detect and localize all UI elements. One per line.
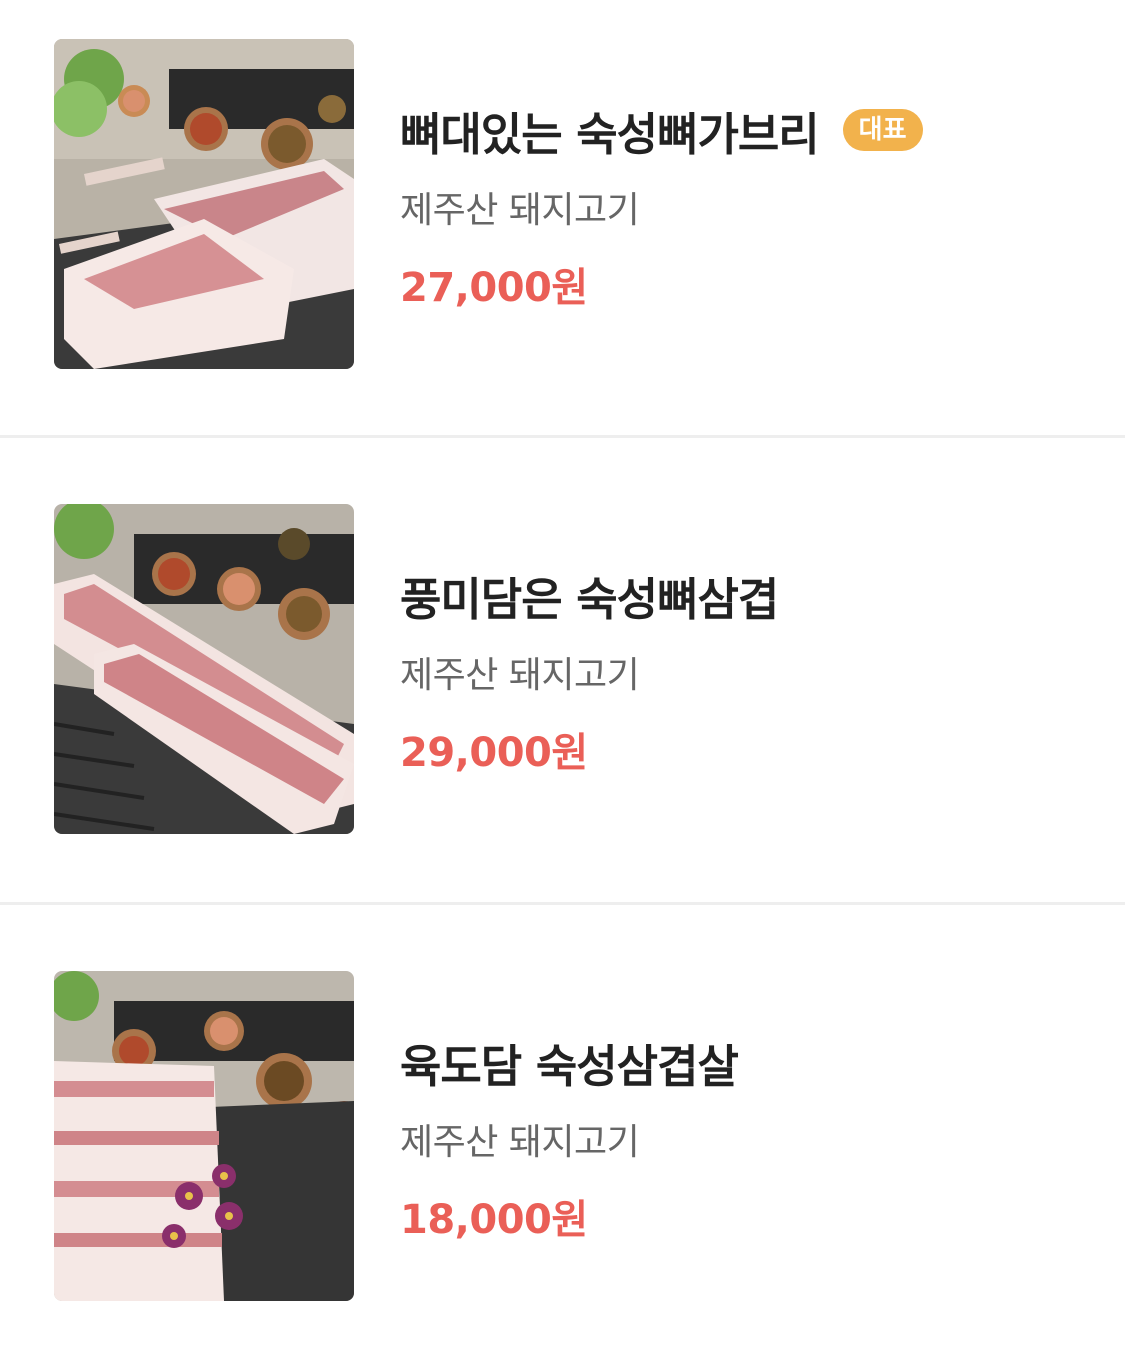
menu-item[interactable]: 풍미담은 숙성뼈삼겹 제주산 돼지고기 29,000원 (0, 438, 1125, 902)
signature-badge: 대표 (842, 109, 923, 151)
menu-item-description: 제주산 돼지고기 (400, 655, 640, 696)
menu-item-price: 29,000원 (400, 730, 588, 776)
menu-item-title: 풍미담은 숙성뼈삼겹 (400, 572, 779, 626)
menu-item-info: 뼈대있는 숙성뼈가브리 대표 제주산 돼지고기 27,000원 (400, 99, 923, 313)
menu-item-description: 제주산 돼지고기 (400, 1122, 640, 1163)
menu-item[interactable]: 육도담 숙성삼겹살 제주산 돼지고기 18,000원 (0, 905, 1125, 1369)
menu-list: 뼈대있는 숙성뼈가브리 대표 제주산 돼지고기 27,000원 풍미담은 숙성뼈… (0, 0, 1125, 1369)
menu-item-photo[interactable] (54, 971, 354, 1301)
menu-item-title: 육도담 숙성삼겹살 (400, 1039, 739, 1093)
menu-item-info: 육도담 숙성삼겹살 제주산 돼지고기 18,000원 (400, 1031, 739, 1245)
menu-item[interactable]: 뼈대있는 숙성뼈가브리 대표 제주산 돼지고기 27,000원 (0, 0, 1125, 435)
menu-item-price: 27,000원 (400, 265, 588, 311)
menu-item-price: 18,000원 (400, 1197, 588, 1243)
menu-item-info: 풍미담은 숙성뼈삼겹 제주산 돼지고기 29,000원 (400, 564, 779, 778)
menu-item-photo[interactable] (54, 39, 354, 369)
menu-item-photo[interactable] (54, 504, 354, 834)
menu-item-description: 제주산 돼지고기 (400, 190, 640, 231)
menu-item-title: 뼈대있는 숙성뼈가브리 (400, 107, 820, 161)
